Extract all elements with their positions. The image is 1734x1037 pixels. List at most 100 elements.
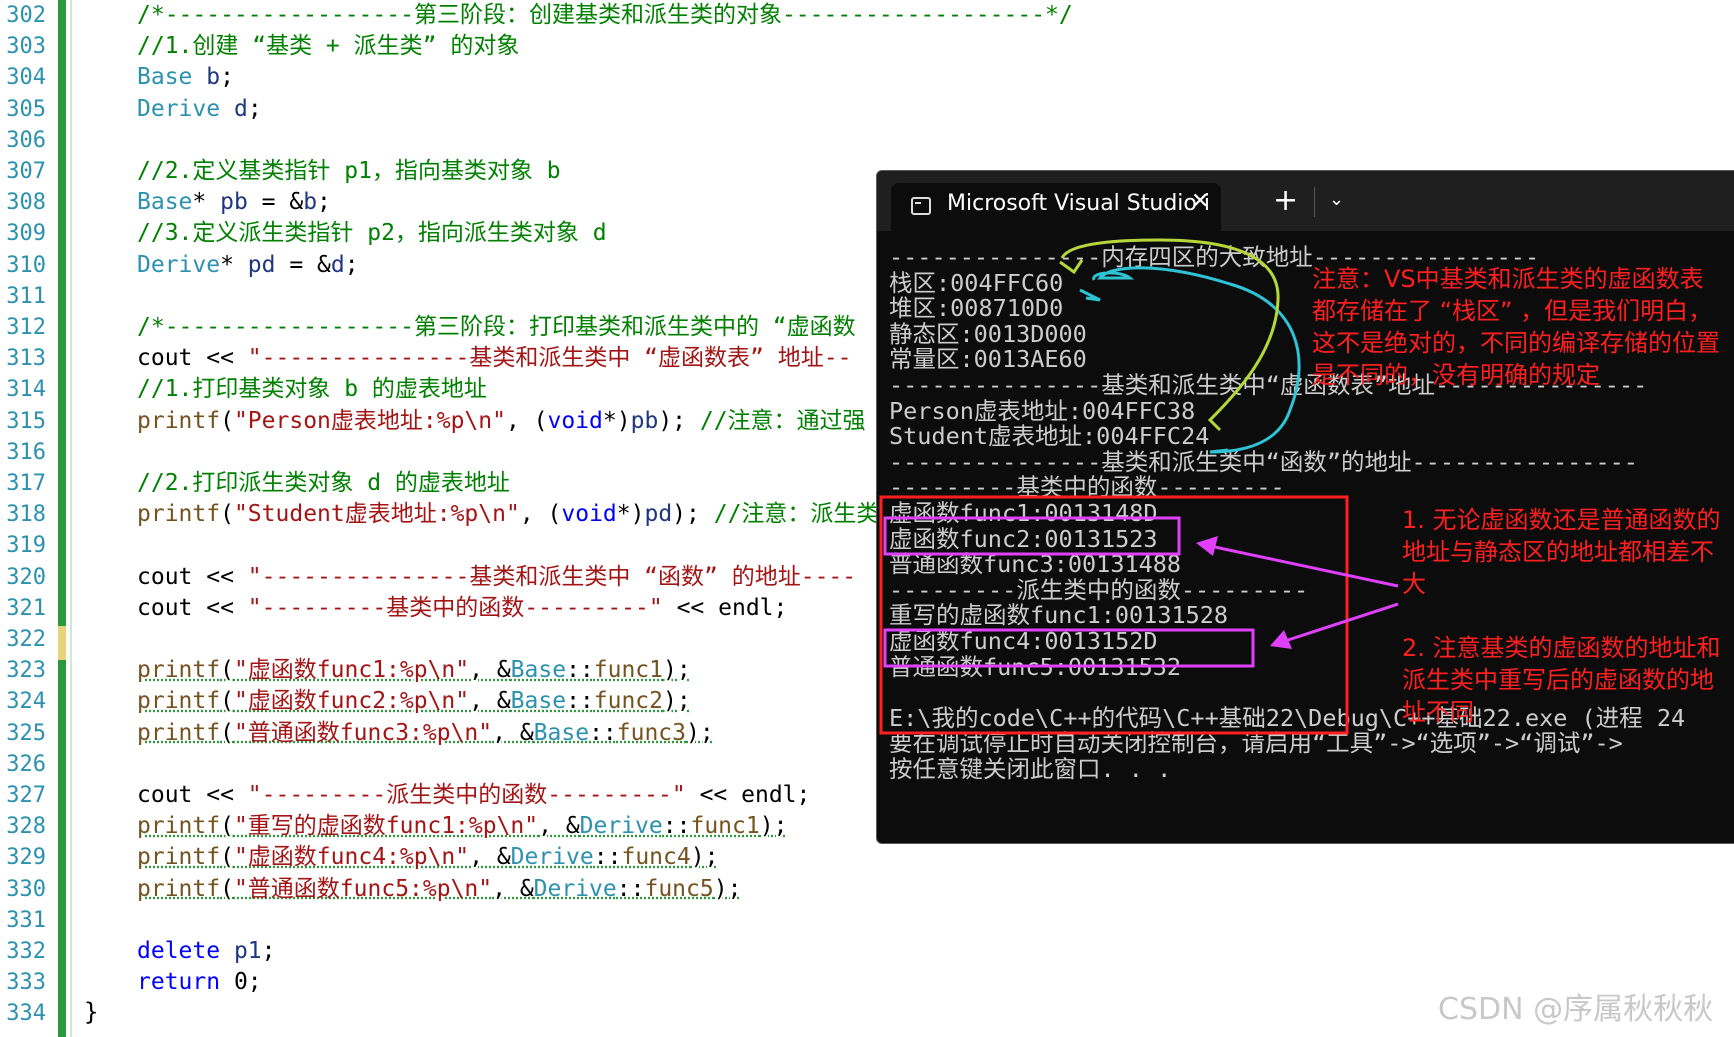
code-token: *) xyxy=(602,407,631,434)
code-token: printf xyxy=(137,875,221,902)
code-line[interactable]: //2.打印派生类对象 d 的虚表地址 xyxy=(137,468,510,499)
code-line[interactable]: printf("Person虚表地址:%p\n", (void*)pb); //… xyxy=(137,406,866,437)
code-token: :: xyxy=(593,844,622,871)
code-line[interactable]: printf("虚函数func4:%p\n", &Derive::func4); xyxy=(137,842,718,873)
code-line[interactable]: //3.定义派生类指针 p2，指向派生类对象 d xyxy=(137,218,607,249)
code-line[interactable]: /*------------------第三阶段：打印基类和派生类中的 “虚函数 xyxy=(137,312,856,343)
code-token: ); xyxy=(658,407,700,434)
console-line: Person虚表地址:004FFC38 xyxy=(889,396,1196,425)
code-line[interactable]: cout << "---------------基类和派生类中 “虚函数表” 地… xyxy=(137,343,851,374)
code-token: func1 xyxy=(593,657,664,684)
code-token: printf xyxy=(137,501,221,528)
code-token: pb xyxy=(630,407,659,434)
code-line[interactable]: //1.创建 “基类 + 派生类” 的对象 xyxy=(137,31,519,62)
new-tab-button[interactable]: + xyxy=(1273,183,1298,218)
code-line[interactable]: printf("重写的虚函数func1:%p\n", &Derive::func… xyxy=(137,811,787,842)
code-token: func2 xyxy=(593,688,664,715)
code-token: //3.定义派生类指针 p2，指向派生类对象 d xyxy=(137,220,607,247)
code-token: "---------基类中的函数---------" xyxy=(247,594,663,621)
code-token: :: xyxy=(566,688,594,715)
line-number: 323 xyxy=(6,658,46,684)
console-line: ---------派生类中的函数--------- xyxy=(889,575,1309,604)
console-line: 按任意键关闭此窗口. . . xyxy=(889,755,1172,783)
code-token: /*------------------第三阶段：创建基类和派生类的对象----… xyxy=(137,2,1073,28)
console-line: 栈区:004FFC60 xyxy=(889,268,1064,297)
code-line[interactable]: return 0; xyxy=(137,967,262,998)
code-token: *) xyxy=(616,501,645,528)
unsaved-change-marker xyxy=(58,626,66,660)
code-line[interactable]: printf("普通函数func5:%p\n", &Derive::func5)… xyxy=(137,874,741,905)
line-number: 320 xyxy=(6,564,46,590)
line-number: 302 xyxy=(6,3,46,28)
annotation-vtable-note: 注意：VS中基类和派生类的虚函数表 都存储在了 “栈区” ，但是我们明白， 这不… xyxy=(1312,265,1720,389)
code-token: printf xyxy=(137,813,221,840)
code-line[interactable]: printf("虚函数func2:%p\n", &Base::func2); xyxy=(137,686,691,717)
console-line: ---------基类中的函数--------- xyxy=(889,473,1285,502)
annotation-function-address-note: 1. 无论虚函数还是普通函数的 地址与静态区的地址都相差不 大 xyxy=(1402,506,1721,598)
code-line[interactable]: cout << "---------派生类中的函数---------" << e… xyxy=(137,780,810,811)
code-line[interactable]: cout << "---------基类中的函数---------" << en… xyxy=(137,593,787,624)
code-line[interactable]: /*------------------第三阶段：创建基类和派生类的对象----… xyxy=(137,0,1073,31)
code-token: "虚函数func1:%p\n" xyxy=(233,657,470,684)
code-line[interactable]: //1.打印基类对象 b 的虚表地址 xyxy=(137,374,487,405)
line-number: 329 xyxy=(6,845,46,871)
code-token: ); xyxy=(713,875,742,902)
code-token: void xyxy=(547,407,603,434)
code-token: pd xyxy=(644,501,673,528)
code-line[interactable]: Base* pb = &b; xyxy=(137,187,331,218)
code-token: , & xyxy=(469,657,511,684)
code-token: Derive xyxy=(579,813,663,840)
code-token: "普通函数func5:%p\n" xyxy=(233,875,493,902)
code-token: ; xyxy=(220,64,234,91)
console-line: 虚函数func2:00131523 xyxy=(889,524,1158,553)
code-token: :: xyxy=(589,719,617,746)
code-token: Base xyxy=(510,688,567,715)
line-number: 316 xyxy=(6,439,46,465)
line-number: 303 xyxy=(6,34,46,60)
code-token: //2.定义基类指针 p1，指向基类对象 b xyxy=(137,158,561,184)
code-line[interactable]: cout << "---------------基类和派生类中 “函数” 的地址… xyxy=(137,562,856,593)
outline-margin xyxy=(70,0,72,1037)
line-number: 308 xyxy=(6,190,46,216)
code-line[interactable]: Base b; xyxy=(137,62,234,93)
code-token: ( xyxy=(220,844,234,871)
code-token: Derive xyxy=(137,95,221,122)
code-token: , & xyxy=(469,688,511,715)
line-number: 312 xyxy=(6,315,46,340)
code-token: << endl; xyxy=(662,594,788,621)
code-token: * xyxy=(220,251,248,278)
code-token: //1.创建 “基类 + 派生类” 的对象 xyxy=(137,33,520,60)
line-number: 306 xyxy=(6,127,46,153)
chevron-down-icon[interactable]: ⌄ xyxy=(1329,189,1344,210)
code-token: , & xyxy=(469,844,511,871)
line-number: 315 xyxy=(6,408,46,434)
code-token: * xyxy=(192,189,221,216)
tab-title: Microsoft Visual Studio i xyxy=(947,191,1210,216)
code-line[interactable]: printf("Student虚表地址:%p\n", (void*)pd); /… xyxy=(137,499,879,530)
code-line[interactable]: printf("虚函数func1:%p\n", &Base::func1); xyxy=(137,655,691,686)
code-token: printf xyxy=(137,657,221,684)
code-line[interactable]: printf("普通函数func3:%p\n", &Base::func3); xyxy=(137,718,714,749)
line-number: 305 xyxy=(6,96,46,122)
line-number: 325 xyxy=(6,720,46,746)
console-tab[interactable]: Microsoft Visual Studio i ✕ xyxy=(891,183,1221,231)
line-number: 314 xyxy=(6,377,46,403)
console-line: 虚函数func4:0013152D xyxy=(889,627,1158,655)
code-token: //注意：派生类 xyxy=(713,501,880,528)
code-line[interactable]: //2.定义基类指针 p1，指向基类对象 b xyxy=(137,156,561,187)
code-token: ( xyxy=(220,407,234,434)
line-number: 324 xyxy=(6,689,46,715)
line-number: 311 xyxy=(6,283,46,309)
close-icon[interactable]: ✕ xyxy=(1191,189,1209,214)
line-number: 332 xyxy=(6,939,46,964)
console-line: 普通函数func5:00131532 xyxy=(889,652,1182,681)
code-line[interactable]: Derive* pd = &d; xyxy=(137,250,359,281)
code-token: func5 xyxy=(644,875,714,902)
code-line[interactable]: delete p1; xyxy=(137,936,276,967)
code-token: cout << xyxy=(137,594,248,621)
line-number: 333 xyxy=(6,970,46,996)
line-number: 326 xyxy=(6,751,46,777)
code-line[interactable]: Derive d; xyxy=(137,94,262,125)
code-token: Derive xyxy=(137,251,221,278)
